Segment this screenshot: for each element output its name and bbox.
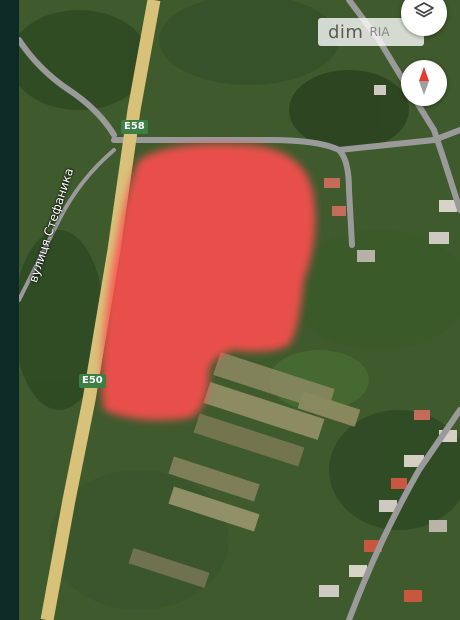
route-label-e58: E58 bbox=[121, 120, 148, 134]
compass-button[interactable] bbox=[401, 60, 447, 106]
watermark-suffix: RIA bbox=[369, 25, 390, 39]
left-edge-bar bbox=[0, 0, 19, 620]
compass-icon bbox=[414, 66, 434, 100]
layers-icon bbox=[412, 0, 436, 27]
map-view[interactable]: E58 E50 вулиця Стефаника dim RIA bbox=[0, 0, 460, 620]
watermark-text: dim bbox=[328, 21, 364, 43]
route-label-e50: E50 bbox=[79, 374, 106, 388]
satellite-map[interactable] bbox=[19, 0, 460, 620]
